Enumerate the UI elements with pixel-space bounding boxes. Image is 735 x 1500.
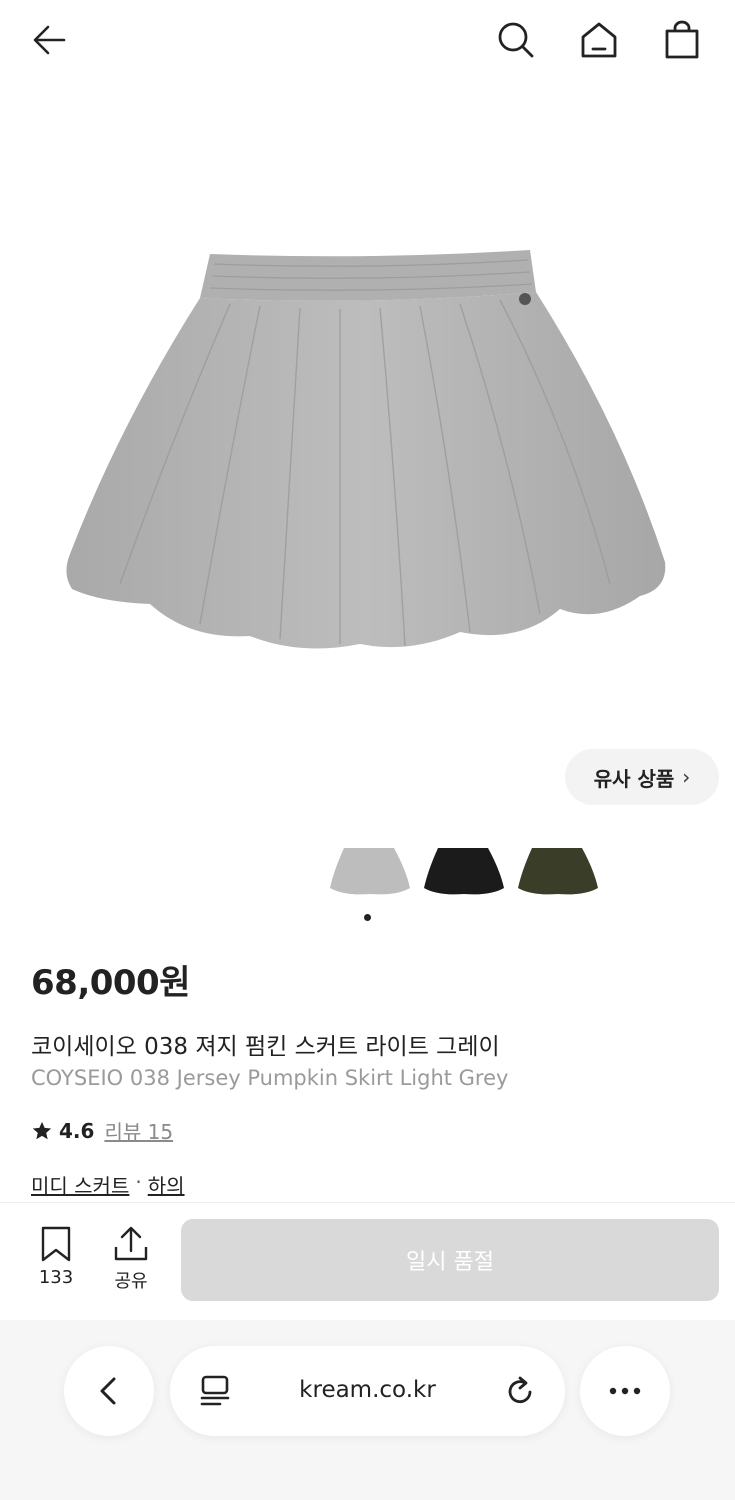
search-button[interactable] xyxy=(494,18,538,62)
bookmark-count: 133 xyxy=(38,1267,74,1288)
product-image xyxy=(66,250,666,649)
back-button[interactable] xyxy=(28,18,72,62)
browser-toolbar: kream.co.kr xyxy=(0,1320,735,1500)
more-horizontal-icon xyxy=(609,1387,641,1395)
category-link-midi-skirt[interactable]: 미디 스커트 xyxy=(31,1170,129,1199)
soldout-button[interactable]: 일시 품절 xyxy=(181,1219,719,1301)
share-label: 공유 xyxy=(114,1271,148,1292)
thumbnail-skirt xyxy=(424,848,504,895)
thumbnail-light-grey[interactable] xyxy=(326,830,414,906)
browser-back-button[interactable] xyxy=(64,1346,154,1436)
product-title-english: COYSEIO 038 Jersey Pumpkin Skirt Light G… xyxy=(31,1066,509,1090)
home-icon xyxy=(581,22,617,58)
carousel-indicator-dot xyxy=(364,914,371,921)
product-image-carousel[interactable] xyxy=(0,84,735,804)
bottom-action-bar: 133 공유 일시 품절 xyxy=(0,1202,735,1320)
similar-products-button[interactable]: 유사 상품 › xyxy=(565,749,719,805)
thumbnail-skirt xyxy=(330,848,410,895)
star-icon xyxy=(32,1121,52,1139)
product-title-korean: 코이세이오 038 져지 펌킨 스커트 라이트 그레이 xyxy=(31,1034,500,1060)
rating-row: 4.6 리뷰 15 xyxy=(31,1116,173,1145)
share-button[interactable]: 공유 xyxy=(101,1225,161,1293)
reload-icon[interactable] xyxy=(503,1373,537,1409)
chevron-left-icon xyxy=(100,1377,116,1405)
rating-score: 4.6 xyxy=(59,1118,95,1143)
review-link[interactable]: 리뷰 15 xyxy=(104,1116,173,1145)
shopping-bag-icon xyxy=(665,20,699,59)
similar-products-label: 유사 상품 xyxy=(593,766,675,791)
cart-button[interactable] xyxy=(660,18,704,62)
category-separator: · xyxy=(135,1170,142,1194)
share-icon xyxy=(114,1226,148,1261)
bookmark-button[interactable]: 133 xyxy=(26,1225,86,1288)
arrow-left-icon xyxy=(33,25,66,55)
category-breadcrumb: 미디 스커트 · 하의 xyxy=(31,1170,185,1199)
product-price: 68,000원 xyxy=(31,963,190,1003)
category-link-bottoms[interactable]: 하의 xyxy=(148,1170,185,1199)
thumbnail-black[interactable] xyxy=(420,830,508,906)
address-bar[interactable]: kream.co.kr xyxy=(170,1346,565,1436)
color-thumbnail-list xyxy=(320,830,610,910)
thumbnail-skirt xyxy=(518,848,598,895)
chevron-right-icon: › xyxy=(682,765,691,789)
top-navigation-bar xyxy=(0,0,735,84)
bookmark-icon xyxy=(41,1226,71,1262)
thumbnail-khaki[interactable] xyxy=(514,830,602,906)
search-icon xyxy=(498,22,534,58)
home-button[interactable] xyxy=(577,18,621,62)
browser-more-button[interactable] xyxy=(580,1346,670,1436)
